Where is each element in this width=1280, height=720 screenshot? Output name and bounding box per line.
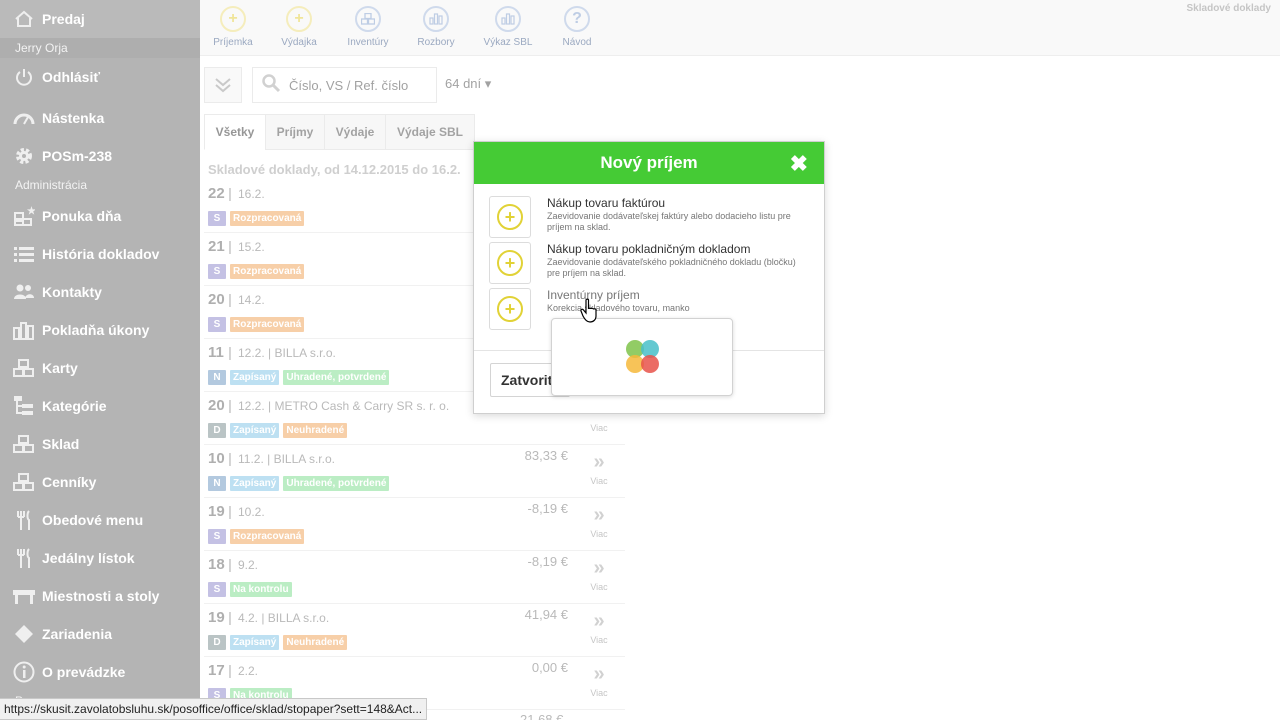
hand-cursor-icon: [580, 298, 597, 323]
option-subtitle: Zaevidovanie dodávateľského pokladničnéh…: [547, 257, 796, 278]
dialog-title: Nový príjem: [600, 153, 698, 172]
option-title: Nákup tovaru faktúrou: [547, 196, 666, 210]
option-button[interactable]: +: [489, 288, 531, 330]
dialog-header: Nový príjem ✖: [474, 142, 824, 184]
loading-spinner-icon: [626, 340, 659, 373]
plus-circle-icon: +: [497, 250, 523, 276]
option-subtitle: Zaevidovanie dodávateľskej faktúry alebo…: [547, 211, 791, 232]
browser-status-bar: https://skusit.zavolatobsluhu.sk/posoffi…: [0, 698, 428, 720]
option-purchase-receipt[interactable]: + Nákup tovaru pokladničným dokladom Zae…: [489, 242, 809, 286]
option-button[interactable]: +: [489, 196, 531, 238]
option-button[interactable]: +: [489, 242, 531, 284]
option-title: Nákup tovaru pokladničným dokladom: [547, 242, 751, 256]
plus-circle-icon: +: [497, 204, 523, 230]
option-purchase-invoice[interactable]: + Nákup tovaru faktúrou Zaevidovanie dod…: [489, 196, 809, 240]
close-icon[interactable]: ✖: [790, 151, 808, 177]
loading-indicator: [551, 318, 733, 396]
plus-circle-icon: +: [497, 296, 523, 322]
